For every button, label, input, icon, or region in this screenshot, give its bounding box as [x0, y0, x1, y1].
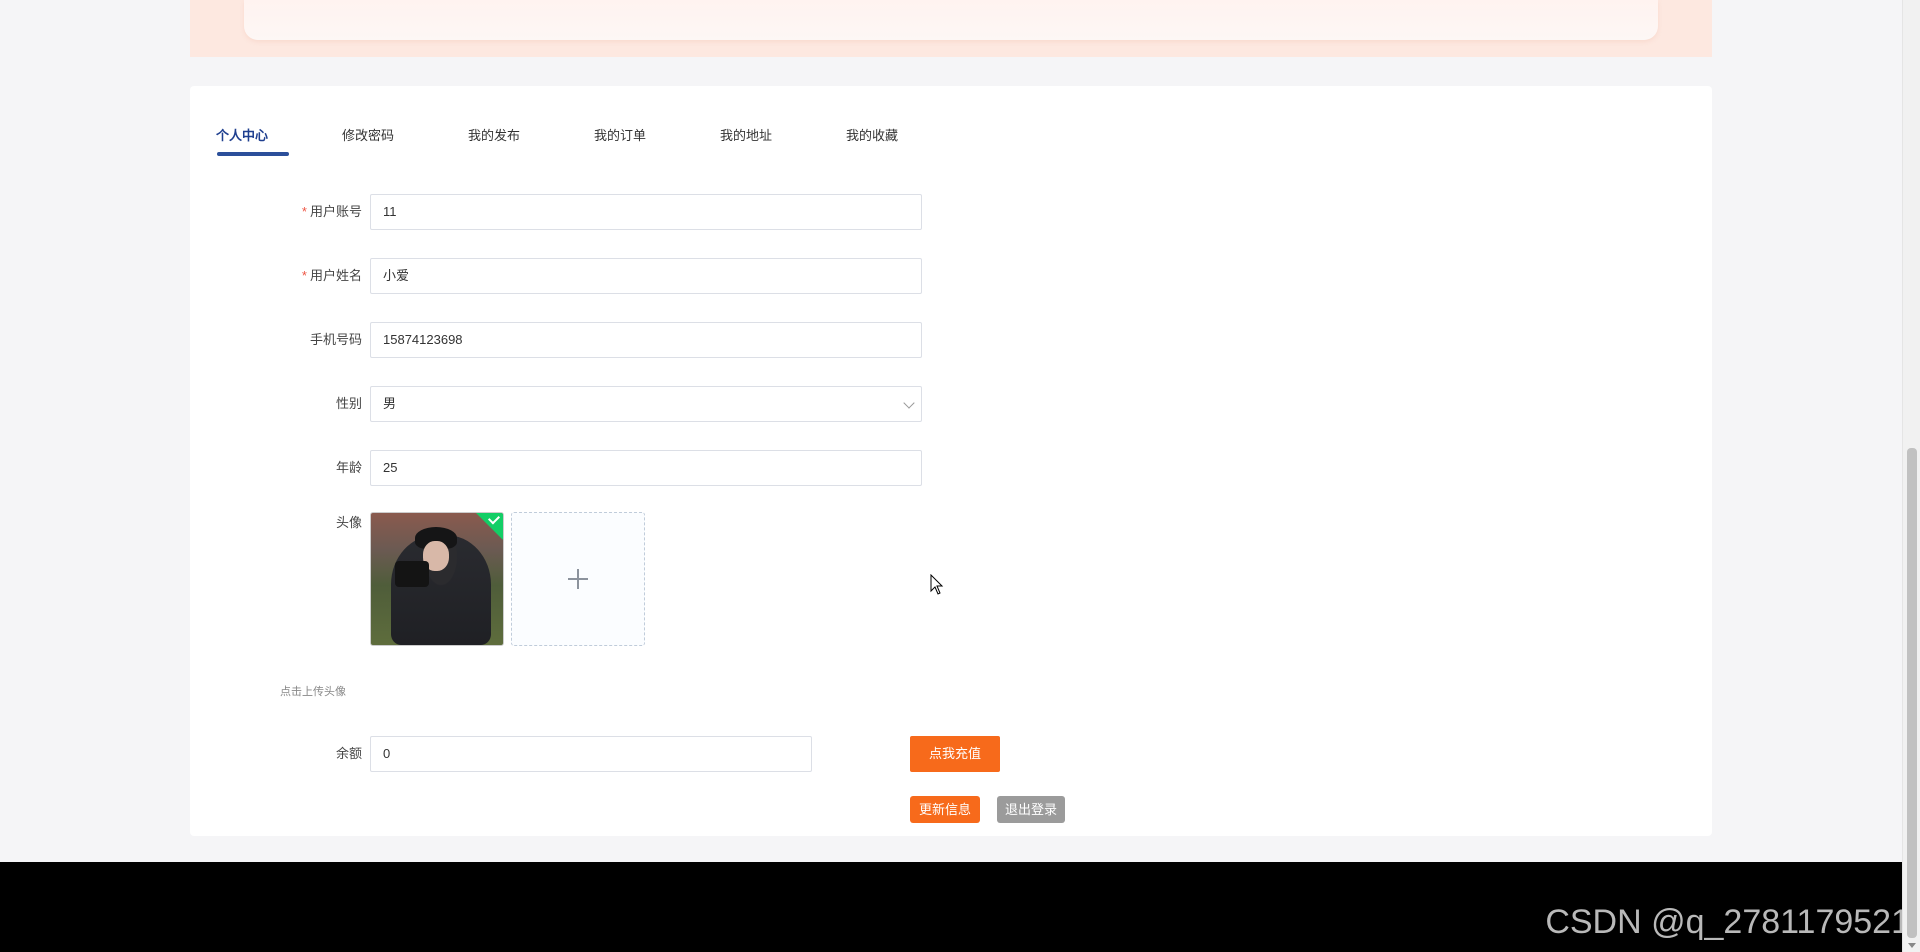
top-banner-panel	[244, 0, 1658, 40]
tab-personal-center[interactable]: 个人中心	[216, 122, 268, 164]
scrollbar-thumb[interactable]	[1907, 448, 1917, 938]
update-info-button[interactable]: 更新信息	[910, 796, 980, 823]
name-row: * 用户姓名 小爱	[280, 258, 980, 294]
recharge-button[interactable]: 点我充值	[910, 736, 1000, 772]
gender-label: 性别	[335, 396, 362, 411]
avatar-preview[interactable]	[370, 512, 504, 646]
avatar-row: 头像	[280, 512, 980, 652]
avatar-label: 头像	[335, 515, 362, 530]
logout-button[interactable]: 退出登录	[997, 796, 1065, 823]
balance-label: 余额	[335, 746, 362, 761]
gender-select-value: 男	[383, 396, 397, 411]
page-footer: CSDN @q_2781179521	[0, 862, 1920, 952]
account-row: * 用户账号 11	[280, 194, 980, 230]
required-mark: *	[301, 204, 307, 219]
tab-my-posts[interactable]: 我的发布	[468, 122, 520, 164]
top-banner	[190, 0, 1712, 57]
phone-input[interactable]: 15874123698	[370, 322, 922, 358]
active-tab-indicator	[217, 152, 289, 156]
avatar-upload-hint: 点击上传头像	[280, 686, 346, 698]
required-mark: *	[301, 268, 307, 283]
personal-center-card: 个人中心 修改密码 我的发布 我的订单 我的地址 我的收藏 * 用户账号 11 *…	[190, 86, 1712, 836]
account-input[interactable]: 11	[370, 194, 922, 230]
tab-change-password[interactable]: 修改密码	[342, 122, 394, 164]
chevron-down-icon	[903, 397, 915, 409]
account-label: * 用户账号	[301, 204, 362, 219]
age-label: 年龄	[335, 460, 362, 475]
tab-my-address[interactable]: 我的地址	[720, 122, 772, 164]
avatar-upload-button[interactable]	[511, 512, 645, 646]
age-input[interactable]: 25	[370, 450, 922, 486]
gender-row: 性别 男	[280, 386, 980, 422]
name-input[interactable]: 小爱	[370, 258, 922, 294]
name-label: * 用户姓名	[301, 268, 362, 283]
avatar-photo-camera	[395, 561, 429, 587]
mouse-cursor-icon	[930, 574, 944, 595]
phone-row: 手机号码 15874123698	[280, 322, 980, 358]
gender-select[interactable]: 男	[370, 386, 922, 422]
tab-my-favorites[interactable]: 我的收藏	[846, 122, 898, 164]
tab-my-orders[interactable]: 我的订单	[594, 122, 646, 164]
vertical-scrollbar[interactable]	[1902, 0, 1920, 952]
balance-input[interactable]: 0	[370, 736, 812, 772]
watermark-text: CSDN @q_2781179521	[1545, 903, 1910, 941]
age-row: 年龄 25	[280, 450, 980, 486]
phone-label: 手机号码	[309, 332, 362, 347]
scroll-down-arrow-icon[interactable]	[1908, 943, 1916, 948]
balance-row: 余额 0 点我充值	[280, 736, 1000, 772]
plus-icon	[577, 569, 579, 589]
